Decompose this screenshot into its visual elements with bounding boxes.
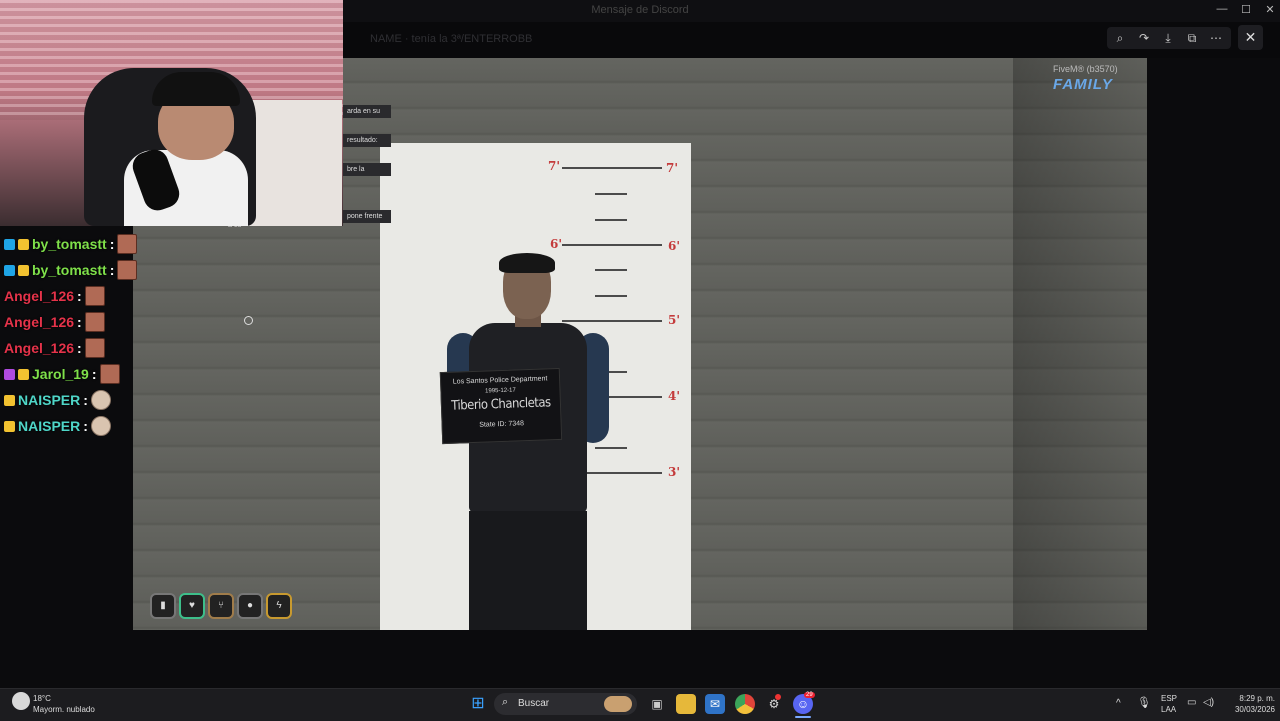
chat-message: by_tomastt:	[4, 233, 138, 255]
minimize-button[interactable]: —	[1214, 3, 1230, 17]
window-close-button[interactable]: ✕	[1262, 3, 1278, 17]
close-viewer-button[interactable]: ✕	[1238, 25, 1263, 50]
chrome-icon[interactable]	[735, 694, 755, 714]
chat-username[interactable]: Angel_126	[4, 288, 74, 304]
height-mark-3: 3'	[668, 465, 681, 479]
height-mark-6-left: 6'	[550, 237, 563, 251]
board-state-id: State ID: 7348	[479, 420, 525, 429]
zoom-in-icon[interactable]: ⌕	[1112, 30, 1128, 46]
fivem-watermark: FiveM® (b3570)	[1053, 64, 1118, 74]
water-icon: ●	[237, 593, 263, 619]
chat-emote-icon	[90, 416, 111, 436]
height-mark-7-left: 7'	[548, 159, 561, 173]
taskbar	[0, 688, 1280, 721]
chat-message: Angel_126:	[4, 285, 105, 307]
chat-message: by_tomastt:	[4, 259, 138, 281]
chat-separator: :	[83, 418, 88, 434]
download-icon[interactable]: ⤓	[1160, 30, 1176, 46]
chat-message: NAISPER:	[4, 389, 111, 411]
server-logo: FAMILY	[1053, 76, 1113, 93]
height-mark-4: 4'	[668, 389, 681, 403]
chat-fragment: bre la	[343, 163, 391, 176]
chat-username[interactable]: NAISPER	[18, 418, 80, 434]
chat-username[interactable]: Jarol_19	[32, 366, 89, 382]
chat-username[interactable]: Angel_126	[4, 314, 74, 330]
chat-emote-icon	[84, 312, 105, 332]
chat-separator: :	[109, 262, 115, 278]
chat-badge-icon	[18, 264, 29, 276]
chat-fragment: resultado:	[343, 134, 391, 147]
clock-time[interactable]: 8:29 p. m.	[1229, 694, 1275, 703]
chat-separator: :	[77, 314, 82, 330]
chat-emote-icon	[84, 286, 105, 306]
chat-username[interactable]: Angel_126	[4, 340, 74, 356]
height-mark-7-right: 7'	[666, 161, 679, 175]
maximize-button[interactable]: ☐	[1238, 3, 1254, 17]
steam-icon[interactable]: ⚙	[764, 694, 784, 714]
search-icon: ⌕	[502, 696, 509, 708]
breadcrumb: NAME · tenía la 3ª/ENTERROBB	[370, 33, 533, 45]
chat-separator: :	[91, 366, 97, 382]
chat-username[interactable]: NAISPER	[18, 392, 80, 408]
search-highlight-icon	[604, 696, 632, 712]
height-mark-6-right: 6'	[668, 239, 681, 253]
weather-icon[interactable]	[12, 692, 30, 710]
chat-emote-icon	[117, 260, 138, 280]
more-icon[interactable]: ⋯	[1208, 30, 1224, 46]
chat-message: Jarol_19:	[4, 363, 120, 385]
webcam-feed	[0, 0, 343, 226]
chat-badge-icon	[4, 368, 15, 380]
weather-temp[interactable]: 18°C	[33, 694, 51, 703]
weather-description[interactable]: Mayorm. nublado	[33, 705, 95, 714]
start-icon[interactable]: ⊞	[468, 694, 488, 714]
chat-emote-icon	[90, 390, 111, 410]
food-icon: ⑂	[208, 593, 234, 619]
chevron-up-icon[interactable]: ^	[1116, 698, 1121, 709]
energy-icon: ϟ	[266, 593, 292, 619]
chat-message: Angel_126:	[4, 337, 105, 359]
chat-badge-icon	[4, 394, 15, 406]
mugshot-board: Los Santos Police Department 1995-12-17 …	[439, 367, 563, 445]
chat-separator: :	[83, 392, 88, 408]
chat-emote-icon	[99, 364, 120, 384]
microphone-icon[interactable]: 🎙	[1137, 696, 1151, 709]
chat-message: Angel_126:	[4, 311, 105, 333]
chat-separator: :	[109, 236, 115, 252]
language-code[interactable]: ESP	[1161, 694, 1177, 703]
keyboard-layout[interactable]: LAA	[1161, 705, 1176, 714]
chat-username[interactable]: by_tomastt	[32, 236, 107, 252]
chat-badge-icon	[4, 420, 15, 432]
chat-separator: :	[77, 340, 82, 356]
open-external-icon[interactable]: ⧉	[1184, 30, 1200, 46]
cursor-icon	[244, 316, 253, 325]
volume-icon[interactable]: ◁)	[1203, 697, 1214, 708]
task-view-icon[interactable]: ▣	[647, 694, 667, 714]
chat-fragment: pone frente	[343, 210, 391, 223]
discord-badge: 29	[804, 692, 815, 698]
network-icon[interactable]: ▭	[1187, 697, 1196, 708]
height-mark-5: 5'	[668, 313, 681, 327]
chat-badge-icon	[18, 368, 29, 380]
heart-icon: ♥	[179, 593, 205, 619]
file-explorer-icon[interactable]	[676, 694, 696, 714]
chat-username[interactable]: by_tomastt	[32, 262, 107, 278]
chat-badge-icon	[4, 264, 15, 276]
chat-emote-icon	[84, 338, 105, 358]
chat-fragment: arda en su	[343, 105, 391, 118]
chat-emote-icon	[117, 234, 138, 254]
board-name: Tiberio Chancletas	[450, 395, 551, 414]
search-placeholder: Buscar	[518, 698, 550, 709]
chat-badge-icon	[18, 238, 29, 250]
chat-separator: :	[77, 288, 82, 304]
board-department: Los Santos Police Department	[452, 375, 548, 386]
chat-badge-icon	[4, 238, 15, 250]
search-input[interactable]: ⌕ Buscar	[494, 693, 637, 715]
rotate-icon[interactable]: ↷	[1136, 30, 1152, 46]
clock-date[interactable]: 30/03/2026	[1226, 705, 1275, 714]
armor-icon: ▮	[150, 593, 176, 619]
mail-icon[interactable]: ✉	[705, 694, 725, 714]
chat-message: NAISPER:	[4, 415, 111, 437]
